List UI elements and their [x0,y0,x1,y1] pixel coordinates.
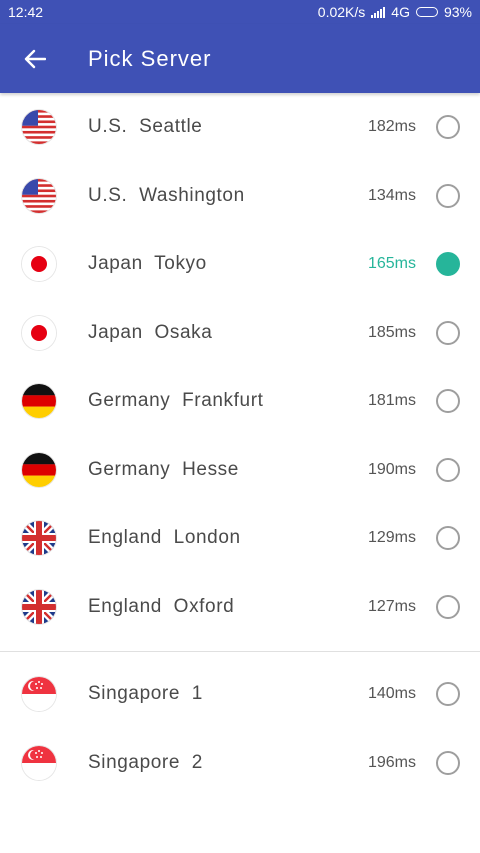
radio-button[interactable] [436,457,460,482]
radio-button[interactable] [436,682,460,707]
server-name: England London [88,527,241,549]
server-row[interactable]: Singapore 1 140ms [0,660,480,729]
server-name: Japan Tokyo [88,253,207,275]
server-group-2: Singapore 1 140ms Singapore 2 196ms [0,660,480,797]
server-ping: 185ms [367,323,416,341]
divider [0,651,480,652]
flag-us-icon [22,178,56,213]
server-name: Germany Hesse [88,458,239,480]
arrow-left-icon [24,49,46,68]
radio-button[interactable] [436,183,460,208]
server-group-1: U.S. Seattle 182ms U.S. Washington 134ms… [0,93,480,641]
flag-us-icon [22,110,56,145]
flag-de-icon [22,384,56,419]
flag-jp-icon [22,247,56,282]
server-ping: 140ms [367,685,416,703]
server-ping: 165ms [367,255,416,273]
server-name: U.S. Washington [88,184,245,206]
server-row[interactable]: Germany Hesse 190ms [0,436,480,505]
server-name: Germany Frankfurt [88,390,264,412]
server-row[interactable]: Japan Osaka 185ms [0,299,480,368]
radio-button[interactable] [436,750,460,775]
flag-gb-icon [22,589,56,624]
radio-button[interactable] [436,115,460,140]
server-ping: 127ms [367,597,416,615]
back-button[interactable] [0,24,70,93]
server-ping: 182ms [367,118,416,136]
server-list: U.S. Seattle 182ms U.S. Washington 134ms… [0,93,480,797]
flag-sg-icon [22,677,56,712]
radio-button[interactable] [436,252,460,277]
status-bar: 12:42 0.02K/s 4G 93% [0,0,480,24]
server-row[interactable]: Singapore 2 196ms [0,729,480,798]
server-row[interactable]: U.S. Washington 134ms [0,162,480,231]
server-row[interactable]: U.S. Seattle 182ms [0,93,480,162]
flag-gb-icon [22,521,56,556]
server-row[interactable]: England Oxford 127ms [0,573,480,642]
network-type: 4G [391,4,410,20]
server-ping: 129ms [367,529,416,547]
flag-jp-icon [22,315,56,350]
radio-button[interactable] [436,594,460,619]
flag-de-icon [22,452,56,487]
radio-button[interactable] [436,526,460,551]
status-indicators: 0.02K/s 4G 93% [318,4,472,20]
server-ping: 181ms [367,392,416,410]
server-row[interactable]: England London 129ms [0,504,480,573]
radio-button[interactable] [436,320,460,345]
server-name: Singapore 1 [88,683,203,705]
battery-icon [415,7,438,17]
signal-icon [371,6,386,18]
server-name: U.S. Seattle [88,116,203,138]
server-ping: 134ms [367,186,416,204]
server-ping: 196ms [367,753,416,771]
radio-button[interactable] [436,389,460,414]
server-name: England Oxford [88,595,235,617]
page-title: Pick Server [88,45,212,71]
server-row[interactable]: Germany Frankfurt 181ms [0,367,480,436]
server-row[interactable]: Japan Tokyo 165ms [0,230,480,299]
app-bar: Pick Server [0,24,480,93]
status-time: 12:42 [8,4,44,20]
server-name: Japan Osaka [88,321,213,343]
server-ping: 190ms [367,460,416,478]
server-name: Singapore 2 [88,751,203,773]
battery-percent: 93% [443,4,472,20]
flag-sg-icon [22,745,56,780]
network-speed: 0.02K/s [317,4,366,20]
